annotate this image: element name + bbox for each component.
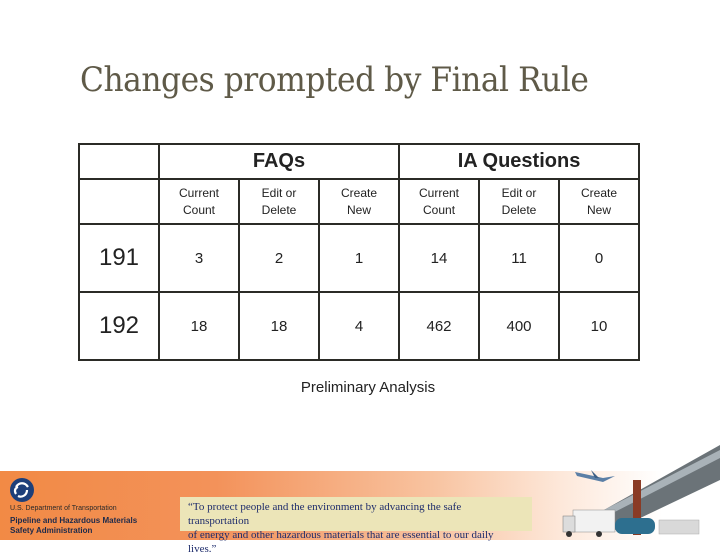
column-header: Current Count: [158, 178, 240, 225]
transportation-collage-image: [562, 445, 720, 537]
group-header-ia-questions: IA Questions: [398, 143, 641, 180]
table-cell: 400: [478, 291, 561, 361]
agency-name-line2: Safety Administration: [10, 526, 93, 535]
slide-title: Changes prompted by Final Rule: [80, 60, 589, 100]
column-header: Edit or Delete: [238, 178, 320, 225]
tank-car-icon: [615, 518, 655, 534]
dot-logo-icon: [10, 478, 34, 502]
table-cell: 4: [317, 291, 401, 361]
changes-table: FAQs IA Questions Current Count Edit or De…: [78, 143, 641, 361]
table-cell: 18: [238, 291, 320, 361]
sub-header-row: Current Count Edit or Delete Create New Cur…: [78, 178, 641, 225]
column-header: Create New: [558, 178, 641, 225]
group-header-row: FAQs IA Questions: [78, 143, 641, 180]
table-cell: 18: [158, 291, 240, 361]
corner-cell: [78, 178, 160, 225]
table-cell: 0: [558, 223, 641, 293]
mission-statement: “To protect people and the environment b…: [180, 497, 532, 555]
table-cell: 11: [478, 223, 561, 293]
column-header: Current Count: [398, 178, 481, 225]
table-caption: Preliminary Analysis: [300, 379, 436, 396]
table-cell: 462: [398, 291, 481, 361]
column-header: Edit or Delete: [478, 178, 561, 225]
table-cell: 3: [158, 223, 240, 293]
ship-icon: [658, 519, 700, 535]
agency-name-line1: Pipeline and Hazardous Materials: [10, 516, 138, 525]
row-label: 192: [78, 291, 160, 361]
table-row: 192 18 18 4 462 400 10: [78, 291, 641, 361]
department-name: U.S. Department of Transportation: [10, 505, 117, 512]
table-cell: 14: [398, 223, 481, 293]
table-cell: 1: [317, 223, 401, 293]
row-label: 191: [78, 223, 160, 293]
table-cell: 2: [238, 223, 320, 293]
truck-icon: [572, 509, 616, 533]
corner-cell: [78, 143, 160, 180]
group-header-faqs: FAQs: [157, 143, 401, 180]
table-cell: 10: [558, 291, 641, 361]
column-header: Create New: [317, 178, 401, 225]
table-row: 191 3 2 1 14 11 0: [78, 223, 641, 293]
